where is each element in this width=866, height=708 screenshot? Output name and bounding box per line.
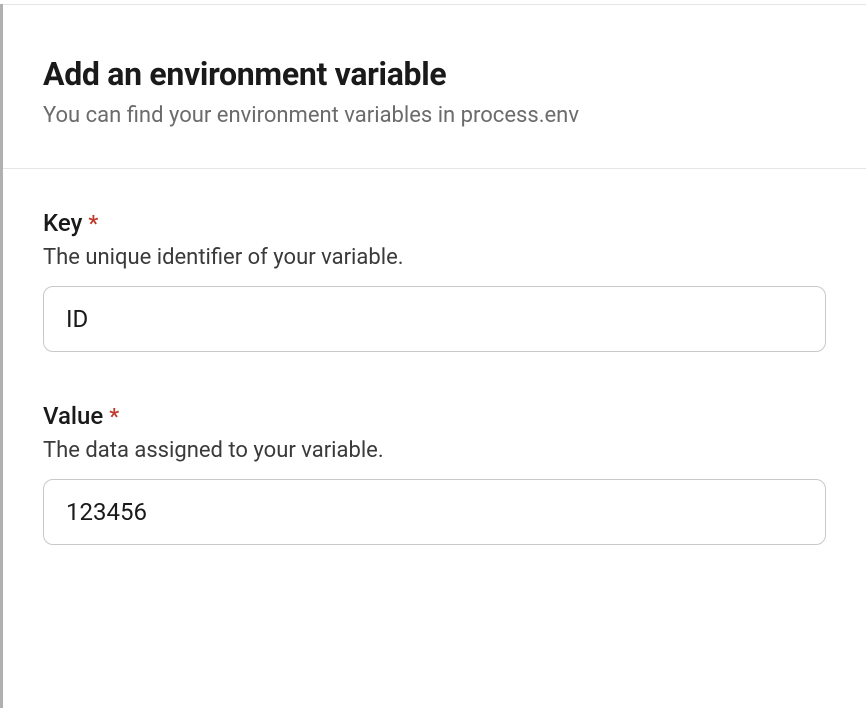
key-field-group: Key * The unique identifier of your vari…	[43, 209, 826, 352]
key-label-row: Key *	[43, 209, 826, 237]
form-body: Key * The unique identifier of your vari…	[3, 169, 866, 635]
value-helper-text: The data assigned to your variable.	[43, 438, 826, 463]
required-asterisk-icon: *	[88, 212, 98, 237]
key-helper-text: The unique identifier of your variable.	[43, 245, 826, 270]
value-label: Value	[43, 402, 103, 430]
page-subtitle: You can find your environment variables …	[43, 103, 826, 128]
required-asterisk-icon: *	[109, 405, 119, 430]
page-title: Add an environment variable	[43, 55, 826, 93]
key-label: Key	[43, 209, 82, 237]
value-field-group: Value * The data assigned to your variab…	[43, 402, 826, 545]
form-header: Add an environment variable You can find…	[3, 4, 866, 169]
value-input[interactable]	[43, 479, 826, 545]
key-input[interactable]	[43, 286, 826, 352]
value-label-row: Value *	[43, 402, 826, 430]
